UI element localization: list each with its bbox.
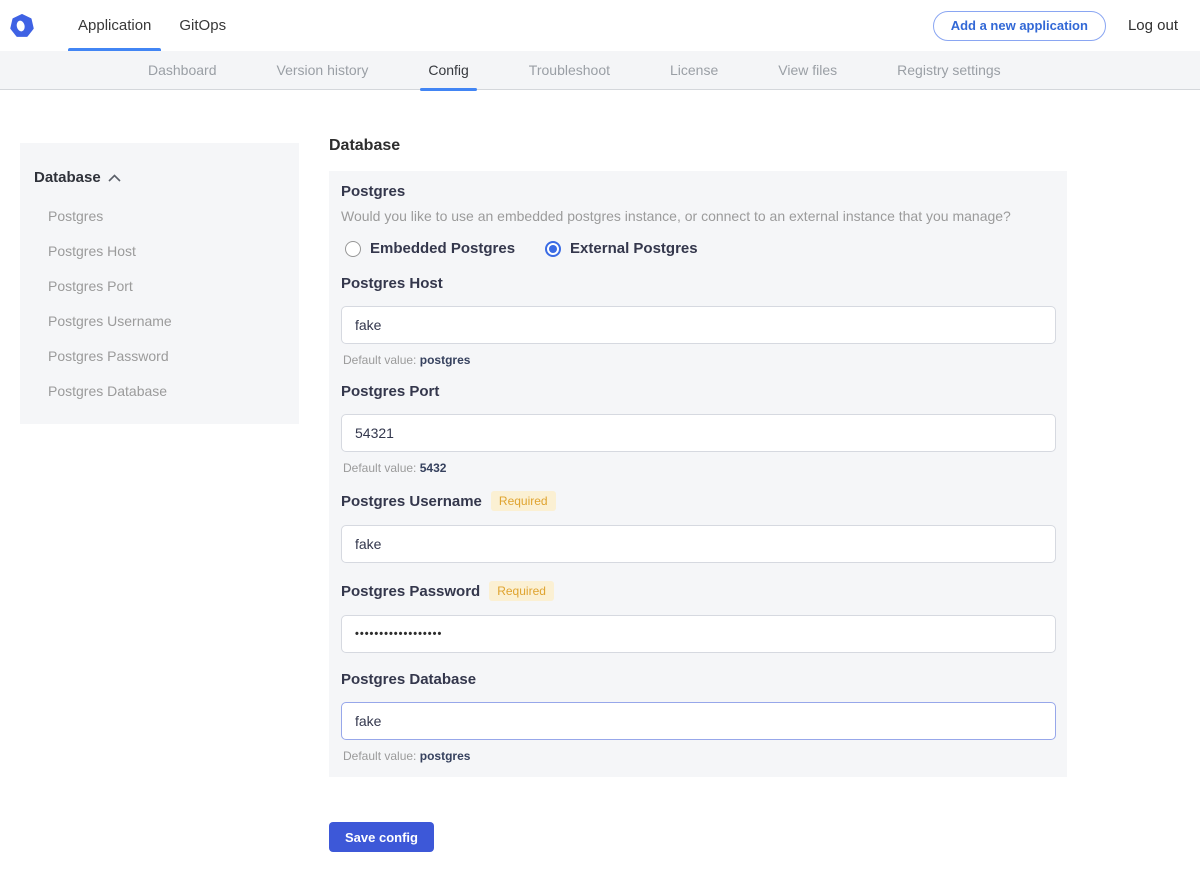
subnav-tab-version-history[interactable]: Version history (259, 51, 387, 89)
postgres-username-label: Postgres Username (341, 493, 482, 510)
radio-external-postgres[interactable]: External Postgres (545, 240, 698, 257)
postgres-group-help: Would you like to use an embedded postgr… (341, 208, 1055, 224)
sidebar-item-postgres-username[interactable]: Postgres Username (34, 303, 287, 338)
save-config-button[interactable]: Save config (329, 822, 434, 852)
postgres-password-input[interactable] (341, 615, 1056, 653)
postgres-port-label: Postgres Port (341, 383, 439, 400)
sidebar-item-postgres-password[interactable]: Postgres Password (34, 338, 287, 373)
subnav-tab-view-files[interactable]: View files (760, 51, 855, 89)
config-main: Database Postgres Would you like to use … (329, 137, 1067, 852)
sidebar-item-postgres-port[interactable]: Postgres Port (34, 268, 287, 303)
required-badge: Required (491, 491, 556, 511)
radio-embedded-label: Embedded Postgres (370, 240, 515, 257)
postgres-database-default: Default value: postgres (343, 749, 1055, 763)
radio-unselected-icon (345, 241, 361, 257)
postgres-port-input[interactable] (341, 414, 1056, 452)
tab-application[interactable]: Application (64, 0, 165, 51)
subnav-tab-registry-settings[interactable]: Registry settings (879, 51, 1018, 89)
postgres-password-label: Postgres Password (341, 583, 480, 600)
subnav-tab-dashboard[interactable]: Dashboard (130, 51, 235, 89)
postgres-database-input[interactable] (341, 702, 1056, 740)
radio-external-label: External Postgres (570, 240, 698, 257)
top-nav: Application GitOps Add a new application… (0, 0, 1200, 51)
app-logo[interactable] (0, 0, 64, 51)
radio-embedded-postgres[interactable]: Embedded Postgres (345, 240, 515, 257)
postgres-database-label: Postgres Database (341, 671, 476, 688)
postgres-host-input[interactable] (341, 306, 1056, 344)
subnav-tab-license[interactable]: License (652, 51, 736, 89)
tab-gitops[interactable]: GitOps (165, 0, 240, 51)
sidebar-item-postgres-database[interactable]: Postgres Database (34, 373, 287, 408)
postgres-group-label: Postgres (341, 183, 1055, 200)
sidebar-item-postgres-host[interactable]: Postgres Host (34, 233, 287, 268)
sidebar-items: Postgres Postgres Host Postgres Port Pos… (34, 198, 287, 408)
subnav-tab-config[interactable]: Config (410, 51, 486, 89)
postgres-port-default: Default value: 5432 (343, 461, 1055, 475)
page-title: Database (329, 137, 1067, 155)
subnav-tab-troubleshoot[interactable]: Troubleshoot (511, 51, 628, 89)
database-config-panel: Postgres Would you like to use an embedd… (329, 171, 1067, 777)
postgres-host-label: Postgres Host (341, 275, 443, 292)
config-page: Database Postgres Postgres Host Postgres… (0, 90, 1200, 852)
config-sidebar: Database Postgres Postgres Host Postgres… (20, 143, 299, 424)
chevron-up-icon (108, 174, 121, 182)
postgres-host-default: Default value: postgres (343, 353, 1055, 367)
sidebar-group-database[interactable]: Database (34, 169, 287, 186)
required-badge: Required (489, 581, 554, 601)
logout-button[interactable]: Log out (1128, 17, 1178, 34)
sidebar-item-postgres[interactable]: Postgres (34, 198, 287, 233)
sidebar-group-label: Database (34, 169, 101, 186)
add-new-application-button[interactable]: Add a new application (933, 11, 1106, 41)
app-subnav: Dashboard Version history Config Trouble… (0, 51, 1200, 90)
topnav-right: Add a new application Log out (933, 0, 1200, 51)
postgres-username-input[interactable] (341, 525, 1056, 563)
topnav-tabs: Application GitOps (64, 0, 240, 51)
kots-logo-icon (10, 14, 34, 38)
postgres-radio-group: Embedded Postgres External Postgres (345, 240, 1051, 257)
radio-selected-icon (545, 241, 561, 257)
